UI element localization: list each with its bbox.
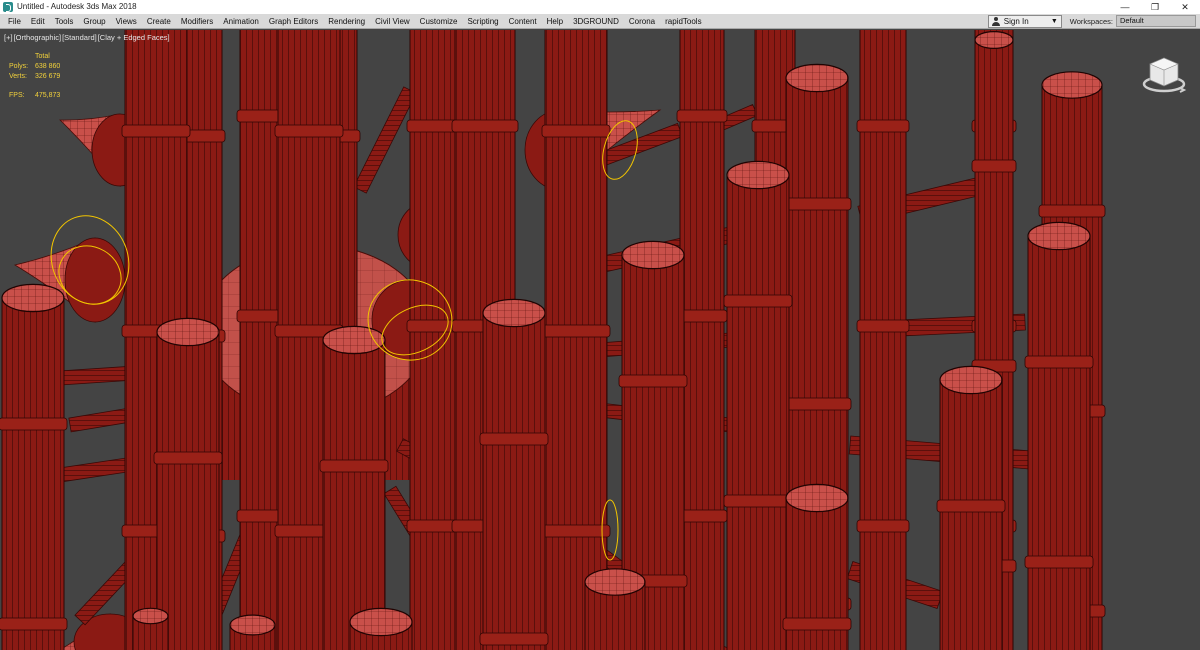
menu-rapidtools[interactable]: rapidTools <box>660 14 706 29</box>
window-title: Untitled - Autodesk 3ds Max 2018 <box>17 2 137 11</box>
sign-in-dropdown[interactable]: Sign In ▼ <box>987 14 1062 28</box>
minimize-button[interactable]: — <box>1110 0 1140 14</box>
menu-help[interactable]: Help <box>542 14 568 29</box>
column[interactable] <box>936 365 1006 650</box>
menu-animation[interactable]: Animation <box>218 14 264 29</box>
column[interactable] <box>782 483 852 650</box>
polys-label: Polys: <box>9 63 29 70</box>
viewcube-icon[interactable] <box>1140 52 1188 98</box>
column[interactable] <box>723 160 793 650</box>
viewport-label-0[interactable]: [+] <box>4 33 13 42</box>
bar[interactable] <box>353 86 417 194</box>
menu-tools[interactable]: Tools <box>50 14 79 29</box>
viewport-label-1[interactable]: [Orthographic] <box>14 33 62 42</box>
column[interactable] <box>541 30 611 650</box>
column[interactable] <box>1024 221 1094 650</box>
column[interactable] <box>584 568 646 650</box>
fps-label: FPS: <box>9 92 25 99</box>
menu-create[interactable]: Create <box>142 14 176 29</box>
column[interactable] <box>319 325 389 650</box>
workspaces-label: Workspaces: <box>1069 16 1113 26</box>
chevron-down-icon: ▼ <box>1050 17 1058 25</box>
workspaces-select[interactable]: Default <box>1116 15 1196 27</box>
menu-customize[interactable]: Customize <box>415 14 463 29</box>
menu-civil-view[interactable]: Civil View <box>370 14 415 29</box>
scene-render[interactable] <box>0 30 1200 650</box>
viewport-label[interactable]: [+][Orthographic][Standard][Clay + Edged… <box>4 33 171 42</box>
menu-group[interactable]: Group <box>78 14 110 29</box>
maximize-button[interactable]: ❐ <box>1140 0 1170 14</box>
stats-total-header: Total <box>35 53 50 60</box>
menu-file[interactable]: File <box>3 14 26 29</box>
menu-corona[interactable]: Corona <box>624 14 660 29</box>
menu-modifiers[interactable]: Modifiers <box>176 14 218 29</box>
viewport-label-3[interactable]: [Clay + Edged Faces] <box>98 33 170 42</box>
menu-views[interactable]: Views <box>111 14 142 29</box>
verts-value: 326 679 <box>35 73 61 80</box>
verts-label: Verts: <box>9 73 27 80</box>
column[interactable] <box>132 607 169 650</box>
menu-scripting[interactable]: Scripting <box>462 14 503 29</box>
column[interactable] <box>856 30 910 650</box>
close-button[interactable]: ✕ <box>1170 0 1200 14</box>
fps-value: 475,873 <box>35 92 61 99</box>
column[interactable] <box>349 607 413 650</box>
column[interactable] <box>0 283 68 650</box>
app-logo-icon <box>3 2 13 12</box>
polys-value: 638 860 <box>35 63 61 70</box>
sign-in-label: Sign In <box>1003 16 1029 26</box>
column[interactable] <box>153 317 223 650</box>
column[interactable] <box>406 30 459 650</box>
menu-bar: File Edit Tools Group Views Create Modifiers An… <box>0 14 1200 29</box>
menu-items: File Edit Tools Group Views Create Modifiers An… <box>0 14 988 29</box>
menu-rendering[interactable]: Rendering <box>323 14 370 29</box>
title-bar: Untitled - Autodesk 3ds Max 2018 — ❐ ✕ <box>0 0 1200 14</box>
menu-content[interactable]: Content <box>504 14 542 29</box>
viewport-label-2[interactable]: [Standard] <box>62 33 97 42</box>
user-icon <box>991 16 1001 26</box>
menu-graph-editors[interactable]: Graph Editors <box>264 14 323 29</box>
menu-3dground[interactable]: 3DGROUND <box>568 14 624 29</box>
perspective-viewport[interactable]: [+][Orthographic][Standard][Clay + Edged… <box>0 30 1200 650</box>
stats-overlay: Total Polys: 638 860 Verts: 326 679 FPS:… <box>9 52 60 101</box>
menu-edit[interactable]: Edit <box>26 14 50 29</box>
column[interactable] <box>479 298 549 650</box>
column[interactable] <box>229 614 276 650</box>
